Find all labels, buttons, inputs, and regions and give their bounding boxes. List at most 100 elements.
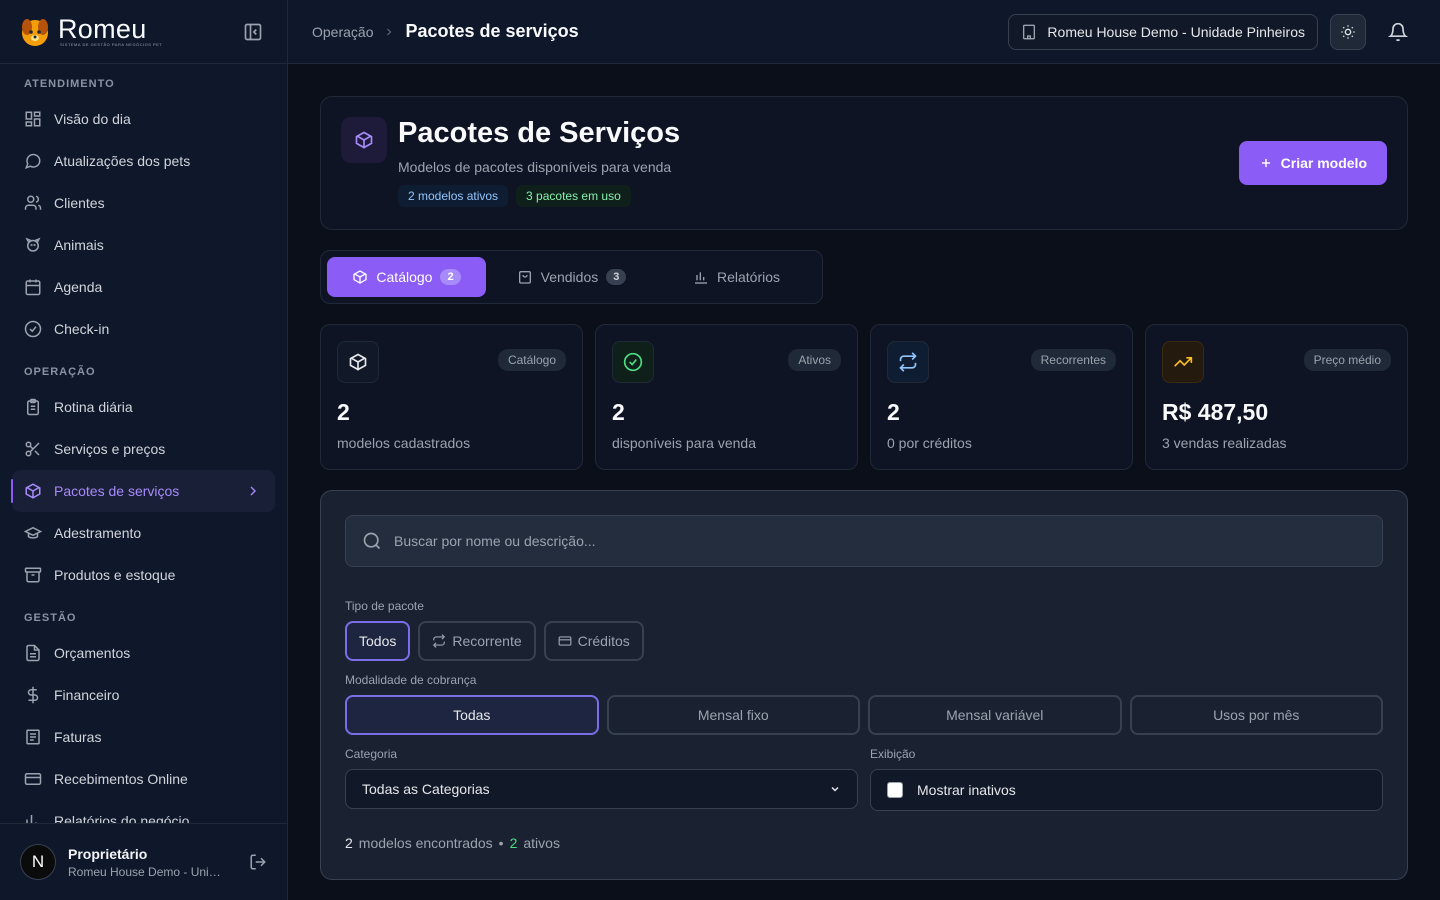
brand: Romeu SISTEMA DE GESTÃO PARA NEGÓCIOS PE… bbox=[58, 14, 162, 48]
type-creditos-button[interactable]: Créditos bbox=[543, 621, 644, 661]
user-footer: N Proprietário Romeu House Demo - Unidad… bbox=[0, 823, 287, 900]
tab-count: 3 bbox=[606, 269, 627, 285]
sidebar-item-animais[interactable]: Animais bbox=[0, 224, 287, 266]
mode-todas-button[interactable]: Todas bbox=[345, 695, 599, 735]
sidebar-item-adestramento[interactable]: Adestramento bbox=[0, 512, 287, 554]
notifications-button[interactable] bbox=[1380, 14, 1416, 50]
stat-desc: disponíveis para venda bbox=[612, 435, 756, 451]
tab-label: Vendidos bbox=[540, 269, 599, 285]
sidebar-item-label: Adestramento bbox=[54, 525, 142, 541]
sidebar-item-financeiro[interactable]: Financeiro bbox=[0, 674, 287, 716]
sidebar-item-clientes[interactable]: Clientes bbox=[0, 182, 287, 224]
stat-value: 2 bbox=[337, 399, 350, 425]
trending-up-icon bbox=[1162, 341, 1204, 383]
chevron-right-icon bbox=[250, 486, 256, 496]
sidebar-item-atualizacoes[interactable]: Atualizações dos pets bbox=[0, 140, 287, 182]
scissors-icon bbox=[25, 441, 40, 457]
sidebar-item-rotina-diaria[interactable]: Rotina diária bbox=[0, 386, 287, 428]
type-recorrente-button[interactable]: Recorrente bbox=[418, 621, 536, 661]
page-title: Pacotes de serviços bbox=[405, 21, 579, 41]
sidebar-item-label: Clientes bbox=[54, 195, 105, 211]
box-icon bbox=[337, 341, 379, 383]
search-input[interactable] bbox=[394, 533, 1366, 549]
stat-card-catalogo: Catálogo 2 modelos cadastrados bbox=[320, 324, 583, 470]
nav-section-gestao: GESTÃO bbox=[24, 612, 77, 624]
dollar-icon bbox=[27, 686, 39, 704]
show-inactive-checkbox[interactable] bbox=[887, 782, 903, 798]
category-display-row: Categoria Todas as Categorias Exibição M… bbox=[345, 747, 1383, 811]
create-model-label: Criar modelo bbox=[1280, 155, 1367, 171]
found-label: modelos encontrados bbox=[358, 835, 493, 851]
avatar[interactable]: N bbox=[20, 844, 56, 880]
display-field: Exibição Mostrar inativos bbox=[870, 747, 1383, 811]
tab-catalogo[interactable]: Catálogo 2 bbox=[327, 257, 486, 297]
sidebar-item-orcamentos[interactable]: Orçamentos bbox=[0, 632, 287, 674]
stat-desc: 3 vendas realizadas bbox=[1162, 435, 1287, 451]
sidebar-item-label: Rotina diária bbox=[54, 399, 133, 415]
mode-mensal-fixo-button[interactable]: Mensal fixo bbox=[606, 695, 860, 735]
found-count: 2 bbox=[345, 835, 353, 851]
sidebar-item-faturas[interactable]: Faturas bbox=[0, 716, 287, 758]
sun-icon bbox=[1341, 24, 1355, 39]
org-selector[interactable]: Romeu House Demo - Unidade Pinheiros bbox=[1008, 13, 1318, 50]
type-todos-label: Todos bbox=[359, 633, 397, 649]
sidebar-item-pacotes[interactable]: Pacotes de serviços bbox=[11, 470, 275, 512]
show-inactive-toggle[interactable]: Mostrar inativos bbox=[870, 769, 1383, 811]
sidebar-item-label: Orçamentos bbox=[54, 645, 131, 661]
sidebar-item-label: Pacotes de serviços bbox=[54, 483, 180, 499]
breadcrumb-parent[interactable]: Operação bbox=[312, 24, 373, 40]
create-model-button[interactable]: Criar modelo bbox=[1238, 141, 1387, 185]
dashboard-icon bbox=[25, 111, 41, 127]
sidebar-item-agenda[interactable]: Agenda bbox=[0, 266, 287, 308]
user-name: Proprietário bbox=[68, 845, 148, 862]
page-header-card: Pacotes de Serviços Modelos de pacotes d… bbox=[320, 96, 1408, 230]
package-icon bbox=[25, 483, 41, 499]
credit-card-icon bbox=[24, 773, 42, 785]
tab-label: Catálogo bbox=[376, 269, 433, 285]
hero-badges: 2 modelos ativos 3 pacotes em uso bbox=[398, 185, 631, 207]
tab-vendidos[interactable]: Vendidos 3 bbox=[492, 257, 651, 297]
sidebar-item-recebimentos[interactable]: Recebimentos Online bbox=[0, 758, 287, 800]
stat-label: Catálogo bbox=[497, 349, 566, 371]
stat-desc: 0 por créditos bbox=[887, 435, 972, 451]
org-selector-label: Romeu House Demo - Unidade Pinheiros bbox=[1047, 23, 1305, 40]
mode-filter: Todas Mensal fixo Mensal variável Usos p… bbox=[345, 695, 1383, 735]
mode-mensal-variavel-button[interactable]: Mensal variável bbox=[868, 695, 1122, 735]
sidebar-item-check-in[interactable]: Check-in bbox=[0, 308, 287, 350]
sidebar-collapse-icon[interactable] bbox=[243, 22, 263, 42]
check-circle-icon bbox=[24, 320, 42, 338]
check-circle-icon bbox=[612, 341, 654, 383]
display-label: Exibição bbox=[870, 747, 916, 761]
theme-toggle-button[interactable] bbox=[1330, 13, 1366, 50]
main-content: Pacotes de Serviços Modelos de pacotes d… bbox=[288, 64, 1440, 900]
user-org: Romeu House Demo - Unidade Pinheiros bbox=[68, 864, 224, 879]
sidebar-item-label: Check-in bbox=[54, 321, 110, 337]
tab-relatorios[interactable]: Relatórios bbox=[657, 257, 816, 297]
type-creditos-label: Créditos bbox=[577, 633, 630, 649]
sidebar-item-servicos[interactable]: Serviços e preços bbox=[0, 428, 287, 470]
logout-icon[interactable] bbox=[249, 853, 267, 871]
repeat-icon bbox=[887, 341, 929, 383]
sidebar-item-label: Animais bbox=[54, 237, 104, 253]
filters-panel: Tipo de pacote Todos Recorrente Créditos… bbox=[320, 490, 1408, 880]
shopping-bag-icon bbox=[518, 271, 531, 284]
sidebar-item-visao-do-dia[interactable]: Visão do dia bbox=[0, 98, 287, 140]
sidebar: Romeu SISTEMA DE GESTÃO PARA NEGÓCIOS PE… bbox=[0, 0, 288, 900]
packages-in-use-badge: 3 pacotes em uso bbox=[516, 185, 631, 207]
category-select[interactable]: Todas as Categorias bbox=[345, 769, 858, 809]
graduation-cap-icon bbox=[24, 526, 42, 539]
search-icon bbox=[363, 532, 381, 550]
search-box bbox=[345, 515, 1383, 567]
credit-card-icon bbox=[558, 636, 572, 646]
sidebar-item-relatorios[interactable]: Relatórios do negócio bbox=[0, 800, 287, 823]
type-todos-button[interactable]: Todos bbox=[345, 621, 411, 661]
dog-logo-icon bbox=[22, 18, 48, 46]
active-models-badge: 2 modelos ativos bbox=[398, 185, 509, 207]
package-icon bbox=[353, 270, 368, 284]
sidebar-item-produtos[interactable]: Produtos e estoque bbox=[0, 554, 287, 596]
brand-name: Romeu bbox=[58, 14, 147, 44]
sidebar-item-label: Faturas bbox=[54, 729, 102, 745]
package-icon bbox=[341, 117, 387, 163]
calendar-icon bbox=[25, 279, 41, 296]
mode-usos-por-mes-button[interactable]: Usos por mês bbox=[1129, 695, 1383, 735]
